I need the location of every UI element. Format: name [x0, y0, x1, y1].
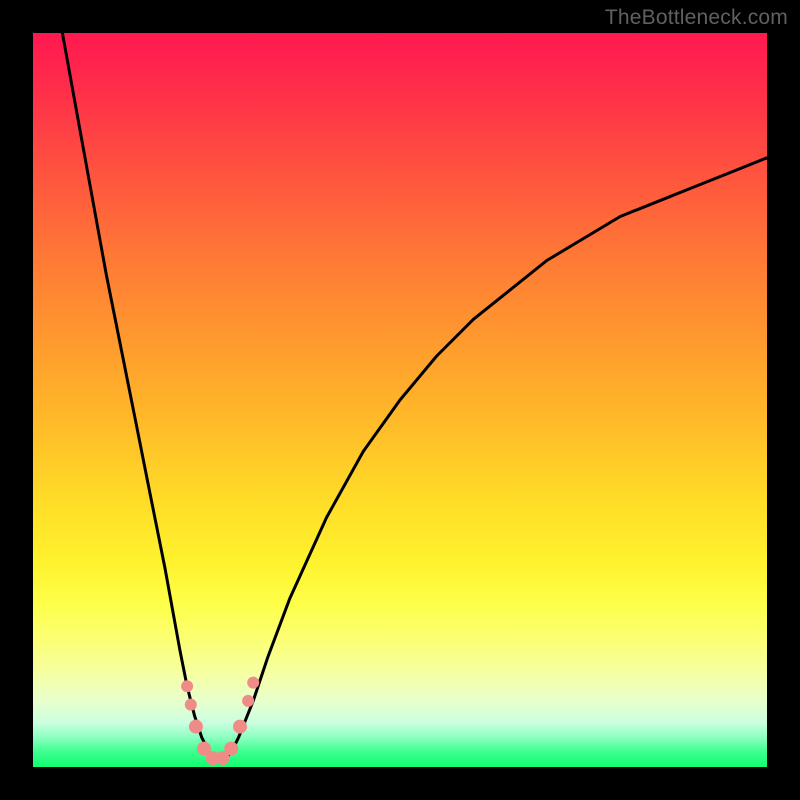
watermark-text: TheBottleneck.com — [605, 6, 788, 30]
highlight-point — [189, 720, 203, 734]
chart-frame: TheBottleneck.com — [0, 0, 800, 800]
highlight-point — [242, 695, 254, 707]
highlight-markers — [181, 677, 259, 766]
chart-plot-area — [33, 33, 767, 767]
highlight-point — [224, 742, 238, 756]
highlight-point — [185, 699, 197, 711]
highlight-point — [181, 680, 193, 692]
chart-svg — [33, 33, 767, 767]
highlight-point — [233, 720, 247, 734]
highlight-point — [247, 677, 259, 689]
bottleneck-curve — [62, 33, 767, 760]
